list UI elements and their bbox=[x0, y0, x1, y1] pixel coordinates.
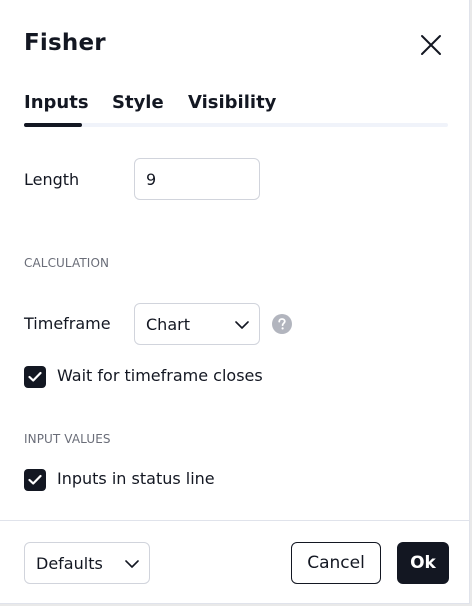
defaults-label: Defaults bbox=[36, 554, 103, 573]
inputs-in-status-line-checkbox[interactable] bbox=[24, 469, 46, 491]
input-values-section-header: INPUT VALUES bbox=[24, 432, 111, 446]
question-circle-icon[interactable] bbox=[272, 314, 292, 334]
dialog-title: Fisher bbox=[24, 30, 106, 56]
chevron-down-icon bbox=[125, 560, 139, 568]
active-tab-indicator bbox=[24, 123, 82, 127]
wait-for-close-checkbox[interactable] bbox=[24, 366, 46, 388]
close-icon bbox=[421, 35, 441, 55]
cancel-button[interactable]: Cancel bbox=[291, 542, 381, 584]
ok-button[interactable]: Ok bbox=[397, 542, 449, 584]
tab-bar: Inputs Style Visibility bbox=[24, 92, 448, 128]
timeframe-select[interactable]: Chart bbox=[134, 303, 260, 345]
length-input[interactable] bbox=[134, 158, 260, 200]
timeframe-label: Timeframe bbox=[24, 314, 111, 333]
calculation-section-header: CALCULATION bbox=[24, 256, 110, 270]
footer-divider bbox=[0, 520, 470, 521]
length-label: Length bbox=[24, 170, 80, 189]
timeframe-value: Chart bbox=[146, 315, 190, 334]
chevron-down-icon bbox=[235, 321, 249, 329]
checkmark-icon bbox=[28, 371, 42, 382]
wait-for-close-label[interactable]: Wait for timeframe closes bbox=[57, 366, 263, 385]
tab-inputs[interactable]: Inputs bbox=[24, 92, 89, 113]
close-button[interactable] bbox=[416, 30, 446, 60]
tab-style[interactable]: Style bbox=[112, 92, 164, 113]
indicator-settings-dialog: Fisher Inputs Style Visibility Length CA… bbox=[0, 0, 470, 604]
checkmark-icon bbox=[28, 474, 42, 485]
tab-visibility[interactable]: Visibility bbox=[188, 92, 276, 113]
inputs-in-status-line-label[interactable]: Inputs in status line bbox=[57, 469, 215, 488]
tab-track bbox=[24, 123, 448, 127]
defaults-dropdown[interactable]: Defaults bbox=[24, 542, 150, 584]
